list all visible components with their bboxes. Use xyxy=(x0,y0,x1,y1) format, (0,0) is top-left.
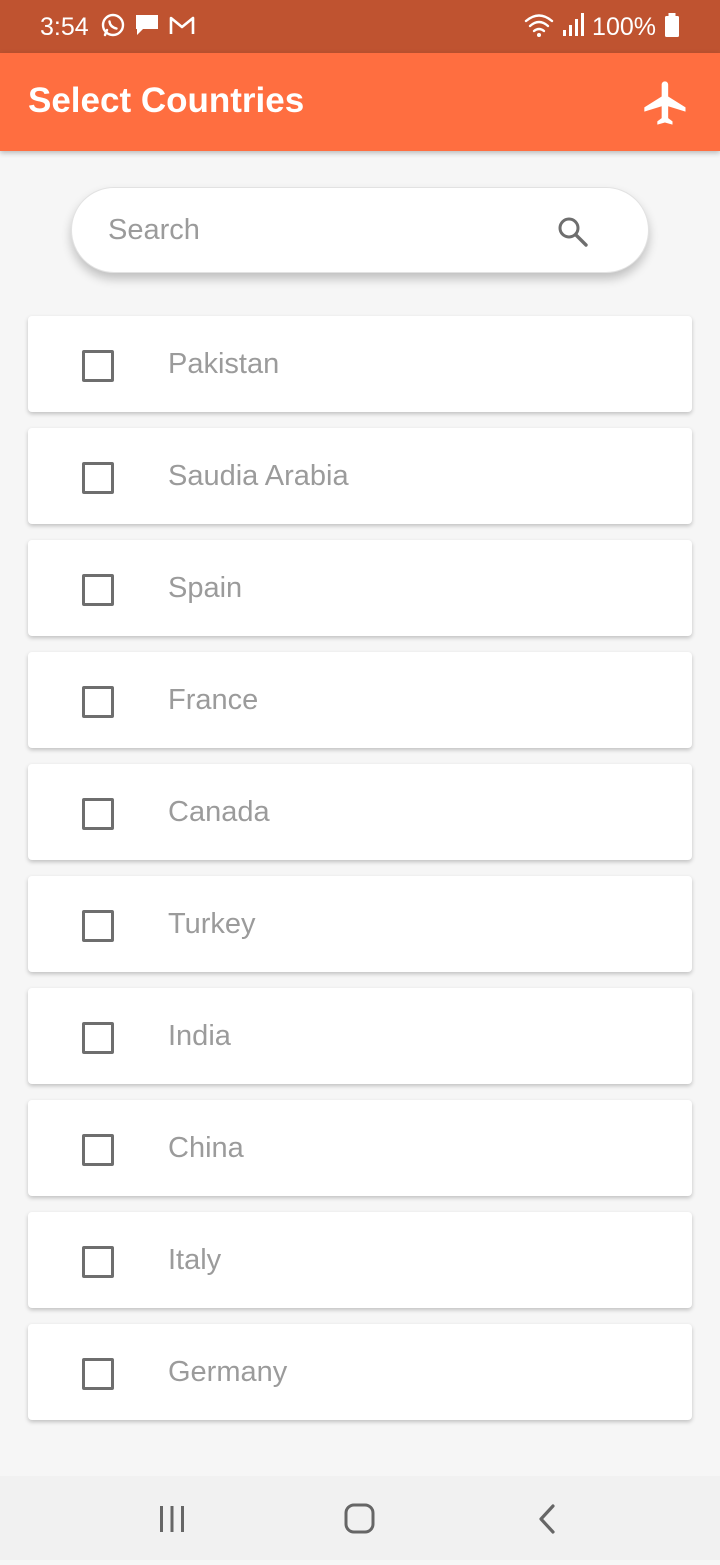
country-label: Saudia Arabia xyxy=(168,460,349,492)
navigation-bar xyxy=(0,1476,720,1560)
checkbox[interactable] xyxy=(82,574,114,606)
country-item-spain[interactable]: Spain xyxy=(28,540,692,636)
country-item-saudia-arabia[interactable]: Saudia Arabia xyxy=(28,428,692,524)
search-input[interactable] xyxy=(108,206,528,254)
airplane-icon xyxy=(644,81,686,125)
country-label: Canada xyxy=(168,796,270,828)
country-label: Spain xyxy=(168,572,243,604)
country-item-germany[interactable]: Germany xyxy=(28,1324,692,1420)
battery-icon xyxy=(664,12,680,43)
wifi-icon xyxy=(524,12,554,43)
country-label: Turkey xyxy=(168,908,256,940)
system-status-icons: 100% xyxy=(524,12,680,42)
country-item-canada[interactable]: Canada xyxy=(28,764,692,860)
country-item-france[interactable]: France xyxy=(28,652,692,748)
country-item-india[interactable]: India xyxy=(28,988,692,1084)
country-item-italy[interactable]: Italy xyxy=(28,1212,692,1308)
country-list: Pakistan Saudia Arabia Spain France Cana… xyxy=(28,316,692,1436)
back-button[interactable] xyxy=(508,1476,588,1560)
checkbox[interactable] xyxy=(82,1022,114,1054)
status-bar: 3:54 100% xyxy=(0,0,720,53)
home-button[interactable] xyxy=(320,1476,400,1560)
checkbox[interactable] xyxy=(82,1358,114,1390)
country-item-china[interactable]: China xyxy=(28,1100,692,1196)
home-icon xyxy=(344,1503,375,1534)
search-icon[interactable] xyxy=(555,214,591,250)
message-icon xyxy=(134,12,160,43)
notification-icons xyxy=(100,13,196,41)
airplane-button[interactable] xyxy=(640,77,692,129)
recent-apps-button[interactable] xyxy=(132,1476,212,1560)
country-item-pakistan[interactable]: Pakistan xyxy=(28,316,692,412)
app-bar: Select Countries xyxy=(0,53,720,151)
checkbox[interactable] xyxy=(82,798,114,830)
country-label: Italy xyxy=(168,1244,222,1276)
checkbox[interactable] xyxy=(82,1246,114,1278)
checkbox[interactable] xyxy=(82,686,114,718)
country-label: Germany xyxy=(168,1356,288,1388)
checkbox[interactable] xyxy=(82,910,114,942)
checkbox[interactable] xyxy=(82,1134,114,1166)
status-time: 3:54 xyxy=(40,13,89,41)
country-label: Pakistan xyxy=(168,348,280,380)
back-icon xyxy=(539,1504,555,1534)
gmail-icon xyxy=(168,13,196,42)
whatsapp-icon xyxy=(100,12,126,43)
recent-apps-icon xyxy=(160,1506,184,1532)
battery-percent: 100% xyxy=(592,13,656,41)
country-label: India xyxy=(168,1020,231,1052)
search-bar xyxy=(71,187,649,273)
country-label: France xyxy=(168,684,259,716)
checkbox[interactable] xyxy=(82,350,114,382)
checkbox[interactable] xyxy=(82,462,114,494)
page-title: Select Countries xyxy=(28,81,305,120)
country-item-turkey[interactable]: Turkey xyxy=(28,876,692,972)
signal-icon xyxy=(562,12,585,43)
country-label: China xyxy=(168,1132,244,1164)
